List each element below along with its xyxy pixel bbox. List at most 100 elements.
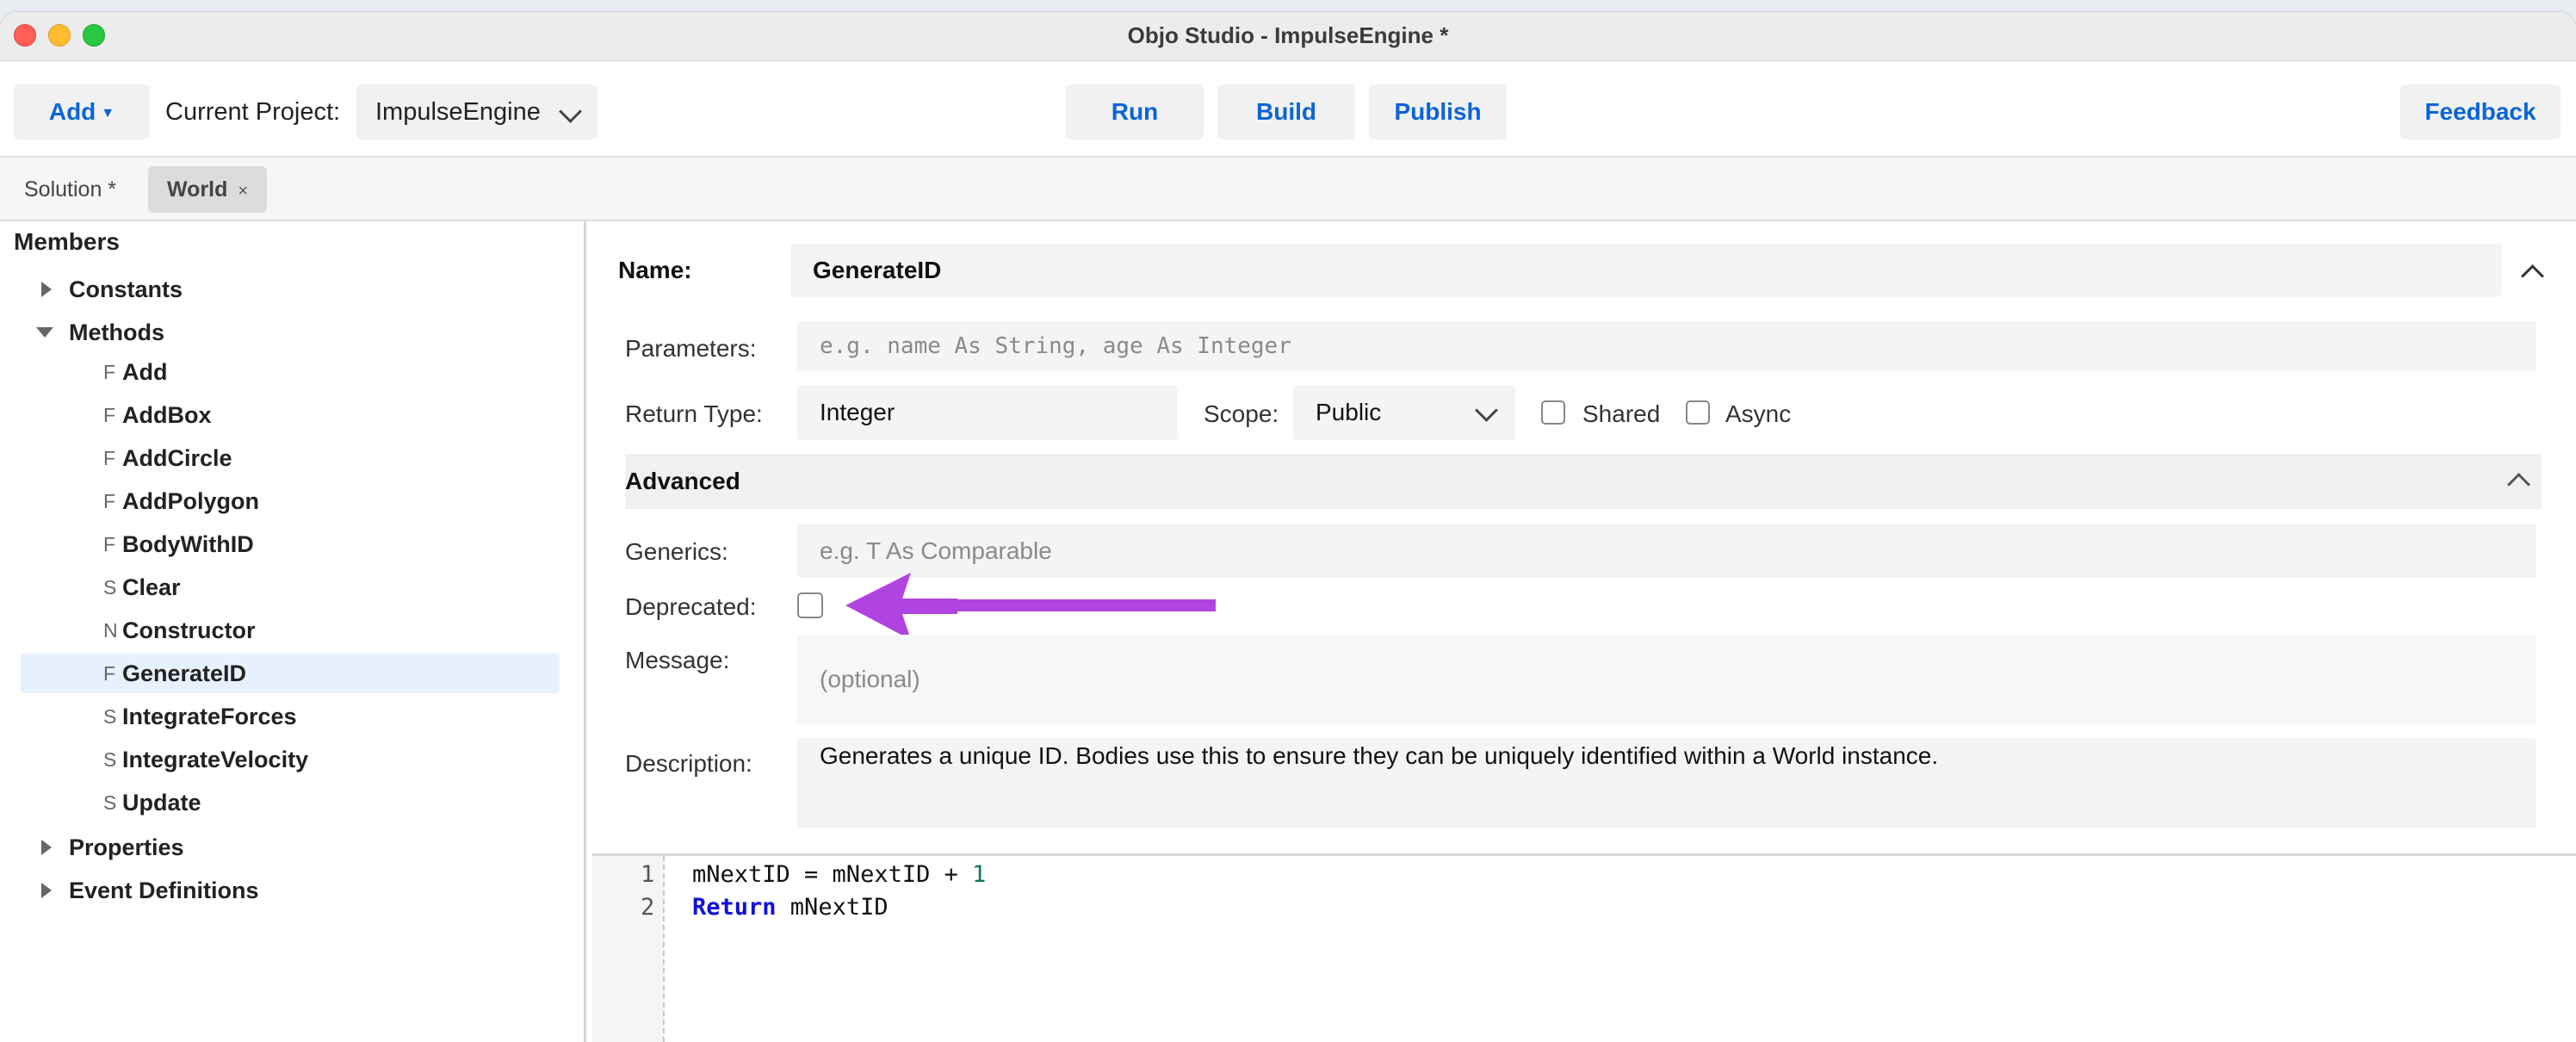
chevron-down-icon [559, 100, 582, 123]
method-kind: S [103, 705, 117, 728]
scope-select[interactable]: Public [1293, 385, 1515, 440]
code-keyword: Return [692, 894, 777, 921]
line-number-gutter: 1 2 [592, 856, 665, 1042]
method-name: Update [122, 790, 201, 816]
tab-solution[interactable]: Solution * [5, 166, 135, 213]
code-editor[interactable]: 1 2 mNextID = mNextID + 1 Return mNextID [592, 856, 2576, 1042]
tab-world-label: World [167, 177, 228, 202]
tree-group-event-definitions[interactable]: Event Definitions [0, 871, 568, 910]
publish-button[interactable]: Publish [1369, 84, 1507, 140]
method-name: Add [122, 359, 168, 385]
code-line[interactable]: mNextID = mNextID + 1 [692, 861, 986, 888]
method-item-integrateforces[interactable]: S IntegrateForces [21, 697, 560, 736]
scope-label: Scope: [1204, 400, 1279, 427]
method-kind: F [103, 533, 116, 555]
message-label: Message: [625, 647, 730, 673]
method-item-add[interactable]: F Add [21, 352, 560, 392]
title-bar: Objo Studio - ImpulseEngine * [0, 12, 2576, 61]
method-item-update[interactable]: S Update [21, 783, 560, 822]
method-kind: N [103, 619, 118, 642]
method-kind: F [103, 447, 116, 469]
async-checkbox[interactable] [1686, 400, 1710, 425]
description-label: Description: [625, 750, 752, 777]
run-button[interactable]: Run [1066, 84, 1204, 140]
method-name: GenerateID [122, 661, 247, 686]
code-text: mNextID = mNextID + [692, 861, 973, 888]
tree-group-label: Properties [69, 834, 184, 860]
method-item-clear[interactable]: S Clear [21, 568, 560, 607]
method-kind: F [103, 361, 116, 383]
method-kind: F [103, 490, 116, 512]
generics-label: Generics: [625, 538, 728, 565]
add-button[interactable]: Add ▼ [14, 84, 150, 140]
method-kind: S [103, 791, 117, 814]
code-line[interactable]: Return mNextID [692, 894, 889, 921]
build-button[interactable]: Build [1217, 84, 1355, 140]
generics-input[interactable]: e.g. T As Comparable [797, 524, 2536, 578]
app-window: Objo Studio - ImpulseEngine * Add ▼ Curre… [0, 12, 2576, 1042]
tab-bar: Solution * World × [0, 158, 2576, 221]
code-number-literal: 1 [972, 861, 987, 888]
tree-group-label: Methods [69, 319, 164, 345]
chevron-down-icon [1475, 399, 1498, 422]
method-name: AddCircle [122, 445, 232, 471]
method-name: Constructor [122, 617, 256, 643]
tree-group-label: Constants [69, 276, 183, 302]
method-name: Clear [122, 574, 181, 600]
collapse-chevron-icon[interactable] [2507, 473, 2530, 496]
expand-triangle-icon [41, 840, 52, 855]
advanced-section-header[interactable]: Advanced [625, 454, 2542, 509]
project-select-value: ImpulseEngine [375, 98, 541, 126]
method-kind: F [103, 662, 116, 685]
line-number: 2 [641, 894, 655, 921]
line-number: 1 [641, 861, 655, 888]
tree-group-methods[interactable]: Methods [0, 313, 568, 352]
method-item-bodywithid[interactable]: F BodyWithID [21, 524, 560, 564]
collapse-chevron-icon[interactable] [2521, 264, 2544, 288]
tree-group-constants[interactable]: Constants [0, 270, 568, 309]
return-type-input[interactable]: Integer [797, 385, 1178, 440]
method-item-addcircle[interactable]: F AddCircle [21, 438, 560, 478]
close-tab-icon[interactable]: × [238, 182, 248, 201]
members-sidebar: Members Constants Methods F Add F AddBox… [0, 221, 586, 1042]
method-kind: F [103, 404, 116, 426]
method-name: BodyWithID [122, 531, 254, 557]
expand-triangle-icon [41, 282, 52, 297]
description-textarea[interactable]: Generates a unique ID. Bodies use this t… [797, 738, 2536, 828]
method-item-integratevelocity[interactable]: S IntegrateVelocity [21, 740, 560, 779]
expand-triangle-icon [41, 883, 52, 898]
scope-select-value: Public [1316, 399, 1382, 425]
method-item-addpolygon[interactable]: F AddPolygon [21, 481, 560, 521]
annotation-arrow-head [845, 573, 957, 640]
tab-world[interactable]: World × [148, 166, 268, 213]
collapse-triangle-icon [36, 327, 53, 338]
add-button-label: Add [48, 98, 96, 125]
deprecated-label: Deprecated: [625, 593, 757, 620]
parameters-input[interactable]: e.g. name As String, age As Integer [797, 321, 2536, 371]
method-item-addbox[interactable]: F AddBox [21, 395, 560, 435]
members-title: Members [14, 228, 120, 255]
annotation-arrow-icon [845, 573, 957, 640]
shared-checkbox[interactable] [1541, 400, 1565, 425]
tree-group-label: Event Definitions [69, 878, 259, 903]
method-item-generateid[interactable]: F GenerateID [21, 654, 560, 693]
method-item-constructor[interactable]: N Constructor [21, 611, 560, 650]
code-text: mNextID [776, 894, 889, 921]
name-label: Name: [618, 257, 692, 283]
project-select[interactable]: ImpulseEngine [356, 84, 598, 140]
advanced-label: Advanced [625, 468, 740, 494]
name-input[interactable]: GenerateID [790, 244, 2502, 297]
method-name: AddBox [122, 402, 212, 428]
feedback-button[interactable]: Feedback [2400, 84, 2561, 140]
message-input[interactable]: (optional) [797, 635, 2536, 724]
method-name: AddPolygon [122, 488, 259, 514]
parameters-label: Parameters: [625, 335, 757, 362]
current-project-label: Current Project: [165, 98, 341, 126]
deprecated-checkbox[interactable] [797, 592, 823, 618]
toolbar: Add ▼ Current Project: ImpulseEngine Run … [0, 61, 2576, 158]
method-editor-panel: Name: GenerateID Parameters: e.g. name A… [587, 221, 2576, 1042]
async-label: Async [1725, 400, 1792, 427]
caret-down-icon: ▼ [101, 105, 115, 121]
tree-group-properties[interactable]: Properties [0, 828, 568, 867]
shared-label: Shared [1582, 400, 1661, 427]
